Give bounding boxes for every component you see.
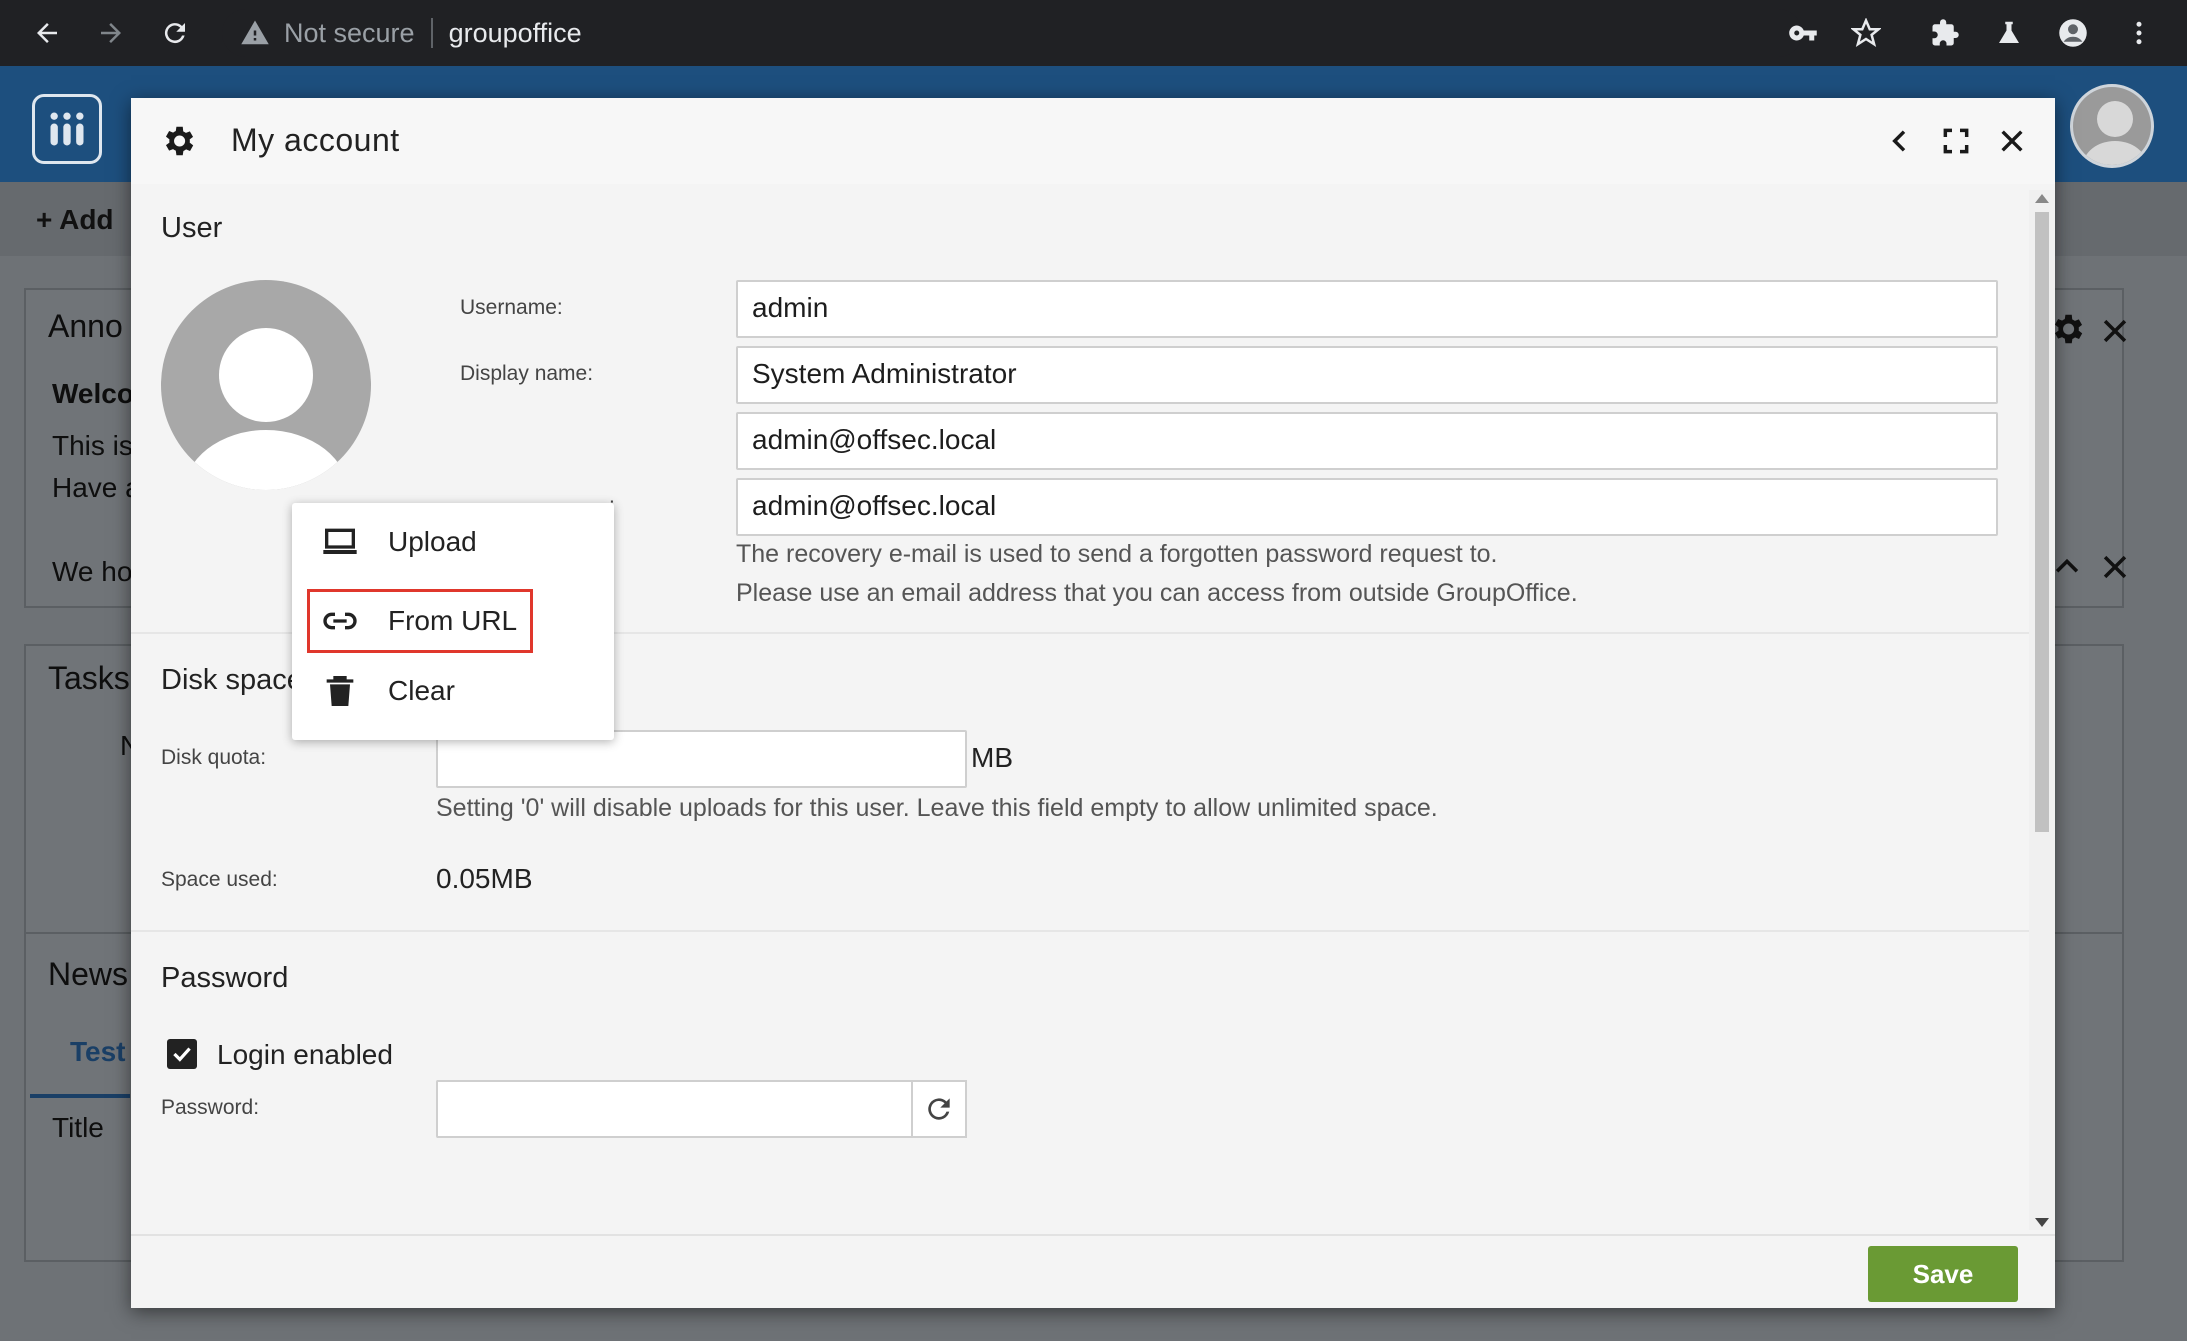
panel-line: Welco xyxy=(52,378,134,409)
user-avatar[interactable] xyxy=(2070,84,2154,168)
profile-icon[interactable] xyxy=(2050,10,2096,56)
trash-icon xyxy=(316,671,364,711)
login-enabled-checkbox[interactable] xyxy=(167,1039,197,1069)
extensions-icon[interactable] xyxy=(1922,10,1968,56)
password-label: Password: xyxy=(161,1096,260,1119)
labs-icon[interactable] xyxy=(1986,10,2032,56)
panel-title: Anno xyxy=(48,308,123,344)
username-field[interactable]: admin xyxy=(736,280,1998,338)
display-name-label: Display name: xyxy=(460,362,594,385)
add-button[interactable]: + Add xyxy=(36,204,114,236)
panel-line: This is xyxy=(52,430,133,461)
dialog-footer: Save xyxy=(131,1234,2055,1308)
warning-icon xyxy=(241,20,269,45)
address-bar[interactable]: Not secure groupoffice xyxy=(222,9,1802,57)
key-icon[interactable] xyxy=(1780,10,1826,56)
recovery-hint: The recovery e-mail is used to send a fo… xyxy=(736,540,1498,568)
disk-section-title: Disk space xyxy=(161,664,303,696)
display-name-field[interactable]: System Administrator xyxy=(736,346,1998,404)
menu-item-clear[interactable]: Clear xyxy=(292,658,614,724)
disk-quota-unit: MB xyxy=(971,742,1013,773)
space-used-value: 0.05MB xyxy=(436,863,533,894)
gear-icon xyxy=(157,120,199,162)
more-menu-icon[interactable] xyxy=(2116,10,2162,56)
forward-icon[interactable] xyxy=(88,10,134,56)
news-tab-indicator xyxy=(30,1094,130,1098)
news-column-header: Title xyxy=(52,1112,104,1143)
panel-title: Tasks xyxy=(48,660,130,696)
dialog-title: My account xyxy=(231,122,400,158)
space-used-label: Space used: xyxy=(161,868,278,891)
panel-title: News xyxy=(48,956,129,992)
scroll-up-icon[interactable] xyxy=(2035,194,2049,203)
dialog-header: My account xyxy=(131,98,2055,184)
password-section-title: Password xyxy=(161,962,289,994)
from-url-highlight-box xyxy=(307,589,533,653)
checkmark-icon xyxy=(173,1047,191,1062)
scroll-down-icon[interactable] xyxy=(2035,1218,2049,1227)
maximize-icon[interactable] xyxy=(1935,120,1977,162)
news-tab[interactable]: Test xyxy=(70,1036,126,1068)
dialog-scrollbar[interactable] xyxy=(2029,190,2055,1230)
panel-close-icon[interactable] xyxy=(2098,550,2134,586)
recovery-email-field[interactable]: admin@offsec.local xyxy=(736,478,1998,536)
collapse-left-icon[interactable] xyxy=(1879,120,1921,162)
refresh-icon xyxy=(928,1098,950,1120)
username-label: Username: xyxy=(460,296,563,319)
reload-icon[interactable] xyxy=(152,10,198,56)
save-button[interactable]: Save xyxy=(1868,1246,2018,1302)
my-account-dialog: My account User Username: admin Display … xyxy=(131,98,2055,1308)
menu-item-label: Clear xyxy=(388,675,455,706)
disk-quota-label: Disk quota: xyxy=(161,746,267,769)
recovery-hint: Please use an email address that you can… xyxy=(736,579,1578,607)
star-icon[interactable] xyxy=(1843,10,1889,56)
email-field[interactable]: admin@offsec.local xyxy=(736,412,1998,470)
security-label: Not secure xyxy=(284,17,415,48)
disk-quota-hint: Setting '0' will disable uploads for thi… xyxy=(436,794,1438,822)
close-icon[interactable] xyxy=(1991,120,2033,162)
laptop-icon xyxy=(316,522,364,562)
dialog-body: User Username: admin Display name: Syste… xyxy=(131,184,2031,1234)
scroll-thumb[interactable] xyxy=(2035,212,2049,832)
menu-item-label: Upload xyxy=(388,526,477,557)
panel-close-icon[interactable] xyxy=(2098,314,2134,350)
login-enabled-label: Login enabled xyxy=(217,1039,393,1070)
password-field[interactable] xyxy=(436,1080,913,1138)
omnibox-separator xyxy=(430,18,433,48)
menu-item-upload[interactable]: Upload xyxy=(292,509,614,575)
generate-password-button[interactable] xyxy=(911,1080,967,1138)
add-button-label: Add xyxy=(59,204,114,235)
back-icon[interactable] xyxy=(24,10,70,56)
photo-menu: Upload From URL Clear xyxy=(292,503,614,740)
panel-collapse-icon[interactable] xyxy=(2050,550,2086,586)
section-divider xyxy=(131,930,2031,932)
user-section-title: User xyxy=(161,212,223,244)
browser-toolbar: Not secure groupoffice xyxy=(0,0,2187,66)
panel-line: Have a xyxy=(52,472,141,503)
panel-line: We ho xyxy=(52,556,133,587)
apps-grid-icon[interactable] xyxy=(32,94,102,164)
avatar-placeholder[interactable] xyxy=(161,280,371,490)
url-host: groupoffice xyxy=(448,17,582,48)
